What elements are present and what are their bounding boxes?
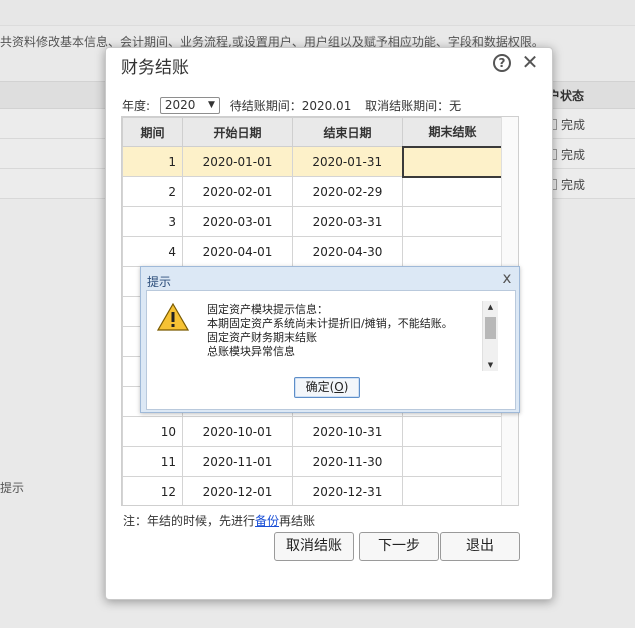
closed-cell[interactable] [402, 416, 503, 447]
close-icon[interactable]: ✕ [520, 50, 540, 74]
column-header-period: 期间 [122, 117, 183, 147]
closed-cell[interactable] [402, 446, 503, 477]
alert-scrollbar[interactable]: ▲ ▼ [482, 301, 498, 371]
start-date-cell[interactable]: 2020-10-01 [182, 416, 293, 447]
dropdown-arrow-icon: ▼ [207, 100, 215, 110]
end-date-cell[interactable]: 2020-02-29 [292, 176, 403, 207]
period-cell[interactable]: 1 [122, 146, 183, 177]
scroll-thumb[interactable] [485, 317, 496, 339]
table-row[interactable]: 4 2020-04-01 2020-04-30 [122, 236, 503, 267]
background-status-cell: 完成 [548, 146, 585, 163]
alert-message-line: 固定资产模块提示信息： [207, 303, 328, 316]
year-value: 2020 [164, 98, 196, 112]
ok-label-end: ) [343, 380, 349, 394]
alert-dialog: 提示 x 固定资产模块提示信息： 本期固定资产系统尚未计提折旧/摊销，不能结账。… [140, 266, 520, 413]
background-status-cell: 完成 [548, 116, 585, 133]
background-status-text: 完成 [561, 178, 586, 192]
column-header-start: 开始日期 [182, 117, 293, 147]
period-cell[interactable]: 10 [122, 416, 183, 447]
ok-button[interactable]: 确定(O) [294, 377, 360, 398]
warning-icon [157, 303, 189, 331]
closed-cell[interactable] [402, 476, 503, 505]
ok-accelerator: O [334, 380, 344, 394]
table-row[interactable]: 12 2020-12-01 2020-12-31 [122, 476, 503, 505]
period-cell[interactable]: 3 [122, 206, 183, 237]
end-date-cell[interactable]: 2020-10-31 [292, 416, 403, 447]
table-row[interactable]: 1 2020-01-01 2020-01-31 [122, 145, 504, 178]
start-date-cell[interactable]: 2020-12-01 [182, 476, 293, 505]
table-row[interactable]: 11 2020-11-01 2020-11-30 [122, 446, 503, 477]
closed-cell[interactable] [402, 176, 503, 207]
alert-message-line: 总账模块异常信息 [207, 345, 295, 358]
end-date-cell[interactable]: 2020-03-31 [292, 206, 403, 237]
alert-message-line: 固定资产财务期末结账 [207, 331, 317, 344]
end-date-cell[interactable]: 2020-01-31 [292, 146, 403, 177]
dialog-title: 财务结账 [121, 58, 189, 78]
table-row[interactable]: 10 2020-10-01 2020-10-31 [122, 416, 503, 447]
scroll-down-icon[interactable]: ▼ [483, 359, 498, 371]
period-cell[interactable]: 12 [122, 476, 183, 505]
note-prefix: 注：年结的时候，先进行 [123, 514, 256, 528]
start-date-cell[interactable]: 2020-04-01 [182, 236, 293, 267]
alert-message-line: 本期固定资产系统尚未计提折旧/摊销，不能结账。 [207, 317, 453, 330]
ok-label: 确定( [305, 380, 335, 394]
alert-close-icon[interactable]: x [500, 269, 514, 287]
backup-note: 注：年结的时候，先进行备份再结账 [123, 512, 315, 529]
background-status-text: 完成 [561, 118, 586, 132]
table-row[interactable]: 3 2020-03-01 2020-03-31 [122, 206, 503, 237]
column-header-end: 结束日期 [292, 117, 403, 147]
background-hint: 提示 [0, 481, 25, 495]
table-row[interactable]: 2 2020-02-01 2020-02-29 [122, 176, 503, 207]
alert-title: 提示 [147, 275, 172, 289]
background-topbar [0, 0, 635, 26]
year-label: 年度: [122, 99, 151, 113]
backup-link[interactable]: 备份 [255, 514, 279, 528]
background-status-cell: 完成 [548, 176, 585, 193]
exit-button[interactable]: 退出 [440, 532, 520, 561]
background-status-header: 户状态 [548, 89, 585, 103]
column-header-closed: 期末结账 [402, 117, 503, 147]
period-cell[interactable]: 2 [122, 176, 183, 207]
note-suffix: 再结账 [279, 514, 316, 528]
end-date-cell[interactable]: 2020-11-30 [292, 446, 403, 477]
start-date-cell[interactable]: 2020-01-01 [182, 146, 293, 177]
table-header-row: 期间 开始日期 结束日期 期末结账 [122, 117, 503, 147]
period-cell[interactable]: 11 [122, 446, 183, 477]
next-step-button[interactable]: 下一步 [359, 532, 439, 561]
alert-message: 固定资产模块提示信息： 本期固定资产系统尚未计提折旧/摊销，不能结账。 固定资产… [207, 303, 499, 373]
start-date-cell[interactable]: 2020-11-01 [182, 446, 293, 477]
background-status-text: 完成 [561, 148, 586, 162]
closed-cell[interactable] [402, 236, 503, 267]
end-date-cell[interactable]: 2020-04-30 [292, 236, 403, 267]
year-select[interactable]: 2020 ▼ [159, 97, 220, 114]
alert-body: 固定资产模块提示信息： 本期固定资产系统尚未计提折旧/摊销，不能结账。 固定资产… [146, 290, 516, 410]
period-cell[interactable]: 4 [122, 236, 183, 267]
cancel-period: 取消结账期间：无 [365, 99, 462, 113]
closed-cell[interactable] [401, 145, 504, 178]
help-icon[interactable]: ? [493, 54, 511, 72]
filter-row: 年度: 2020 ▼ 待结账期间：2020.01 取消结账期间：无 [122, 97, 461, 117]
pending-period: 待结账期间：2020.01 [229, 99, 352, 113]
closed-cell[interactable] [402, 206, 503, 237]
end-date-cell[interactable]: 2020-12-31 [292, 476, 403, 505]
start-date-cell[interactable]: 2020-02-01 [182, 176, 293, 207]
cancel-close-button[interactable]: 取消结账 [274, 532, 354, 561]
scroll-up-icon[interactable]: ▲ [483, 301, 498, 313]
start-date-cell[interactable]: 2020-03-01 [182, 206, 293, 237]
